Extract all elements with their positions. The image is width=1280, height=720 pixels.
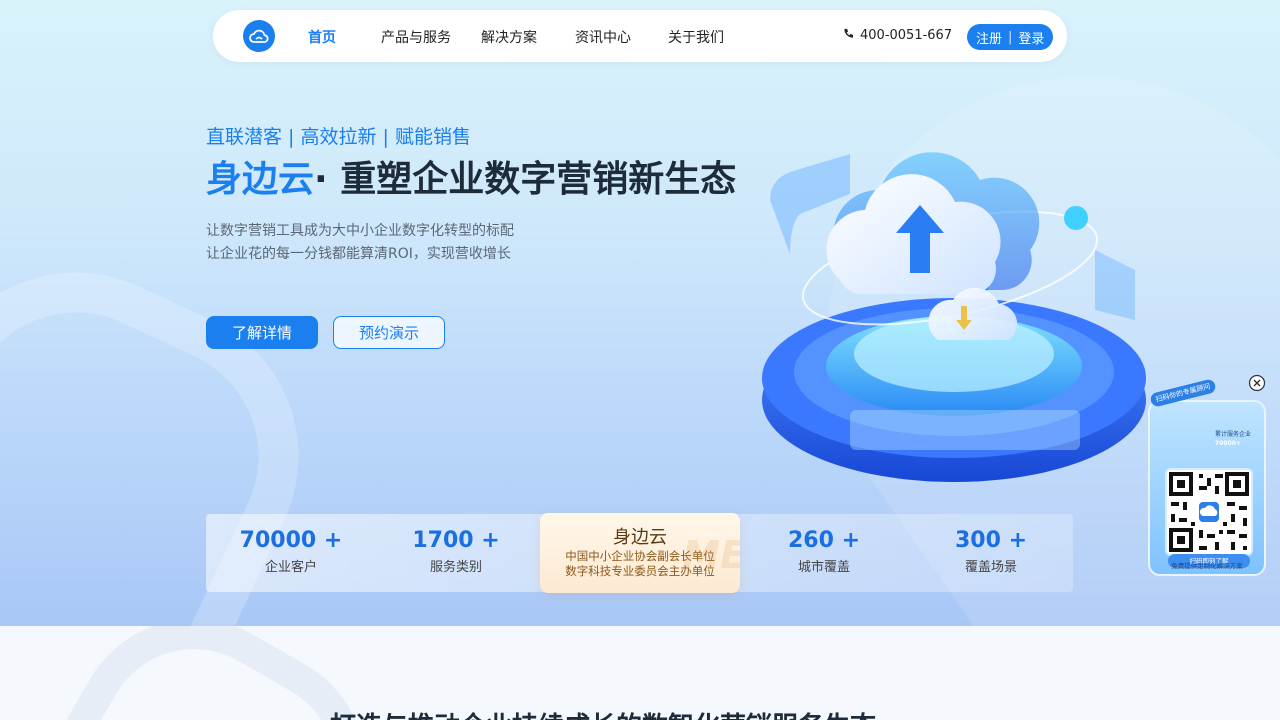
desc-line-1: 让数字营销工具成为大中小企业数字化转型的标配 xyxy=(206,223,514,239)
widget-side-label: 累计服务企业 xyxy=(1215,431,1252,438)
cloud-platform-illustration-icon xyxy=(762,152,1146,482)
hero-description: 让数字营销工具成为大中小企业数字化转型的标配 让企业花的每一分钱都能算清ROI，… xyxy=(206,220,514,266)
stat-scenarios: 300 + 覆盖场景 xyxy=(906,528,1076,575)
top-navbar: 首页 产品与服务 解决方案 资讯中心 关于我们 400-0051-667 注册 … xyxy=(213,10,1067,62)
stat-label: 覆盖场景 xyxy=(964,560,1017,575)
widget-side-info: 累计服务企业 70000+ xyxy=(1215,430,1251,448)
stat-service-categories: 1700 + 服务类别 xyxy=(371,528,541,575)
consultant-qr-widget[interactable]: 累计服务企业 70000+ 扫码即刻了解 扫码你的专属顾问 免费提供定制化解决方… xyxy=(1148,378,1266,576)
book-demo-button[interactable]: 预约演示 xyxy=(333,316,445,349)
stat-city-coverage: 260 + 城市覆盖 xyxy=(739,528,909,575)
hero-section: 首页 产品与服务 解决方案 资讯中心 关于我们 400-0051-667 注册 … xyxy=(0,0,1280,626)
register-link[interactable]: 注册 xyxy=(976,28,1002,47)
headline-rest: · 重塑企业数字营销新生态 xyxy=(314,159,737,200)
logo-cloud-icon[interactable] xyxy=(243,20,275,52)
stat-number: 1700 + xyxy=(412,528,500,553)
stat-number: 70000 + xyxy=(239,528,343,553)
nav-item-about[interactable]: 关于我们 xyxy=(668,27,724,47)
stat-number: 300 + xyxy=(954,528,1027,553)
hero-tagline: 直联潜客 | 高效拉新 | 赋能销售 xyxy=(206,126,471,148)
desc-line-2: 让企业花的每一分钱都能算清ROI，实现营收增长 xyxy=(206,246,511,262)
phone-number: 400-0051-667 xyxy=(860,28,953,43)
auth-divider: | xyxy=(1008,29,1013,45)
stat-label: 企业客户 xyxy=(264,560,317,575)
stat-number: 260 + xyxy=(787,528,860,553)
nav-item-solutions[interactable]: 解决方案 xyxy=(481,27,537,47)
login-link[interactable]: 登录 xyxy=(1018,28,1044,47)
nav-item-news[interactable]: 资讯中心 xyxy=(575,27,631,47)
stat-label: 城市覆盖 xyxy=(797,560,850,575)
nav-item-home[interactable]: 首页 xyxy=(308,27,336,47)
auth-pill: 注册 | 登录 xyxy=(967,24,1054,50)
phone-icon xyxy=(843,28,854,43)
nav-item-products[interactable]: 产品与服务 xyxy=(381,27,451,47)
phone-contact: 400-0051-667 xyxy=(843,28,952,43)
learn-more-button[interactable]: 了解详情 xyxy=(206,316,318,349)
stats-bar: 70000 + 企业客户 1700 + 服务类别 ME 身边云 中国中小企业协会… xyxy=(206,513,1076,593)
stat-customers: 70000 + 企业客户 xyxy=(206,528,376,575)
widget-footer: 免费提供定制化解决方案 xyxy=(1171,562,1243,570)
stat-center-card: ME 身边云 中国中小企业协会副会长单位 数字科技专业委员会主办单位 xyxy=(540,513,740,593)
stat-label: 服务类别 xyxy=(429,560,482,575)
section-title: 打造与推动企业持续成长的数智化营销服务生态 xyxy=(330,706,876,720)
widget-side-value: 70000+ xyxy=(1215,440,1241,447)
widget-card: 累计服务企业 70000+ 扫码即刻了解 xyxy=(1148,400,1266,576)
headline-brand: 身边云 xyxy=(206,159,315,200)
close-widget-icon[interactable] xyxy=(1248,374,1266,392)
qr-code-icon xyxy=(1165,468,1253,556)
watermark-text: ME xyxy=(682,533,740,577)
hero-headline: 身边云· 重塑企业数字营销新生态 xyxy=(206,150,736,202)
